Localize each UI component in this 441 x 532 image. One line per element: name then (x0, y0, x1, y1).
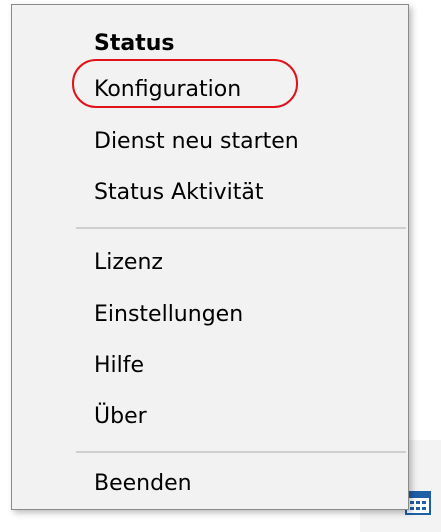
menu-item-label: Status (94, 30, 175, 56)
menu-item-status-aktivitaet[interactable]: Status Aktivität (13, 168, 407, 216)
menu-item-label: Einstellungen (94, 301, 244, 327)
menu-separator (76, 451, 406, 453)
menu-item-label: Über (94, 403, 147, 429)
menu-item-beenden[interactable]: Beenden (13, 459, 407, 507)
menu-item-label: Konfiguration (94, 76, 242, 102)
menu-item-hilfe[interactable]: Hilfe (13, 341, 407, 389)
menu-item-status[interactable]: Status (13, 19, 407, 67)
menu-item-label: Beenden (94, 470, 192, 496)
menu-item-label: Hilfe (94, 352, 145, 378)
menu-item-ueber[interactable]: Über (13, 392, 407, 440)
menu-item-label: Status Aktivität (94, 179, 264, 205)
menu-item-lizenz[interactable]: Lizenz (13, 238, 407, 286)
menu-item-einstellungen[interactable]: Einstellungen (13, 290, 407, 338)
menu-item-label: Lizenz (94, 249, 163, 275)
menu-item-label: Dienst neu starten (94, 128, 299, 154)
menu-separator (76, 227, 406, 229)
tray-context-menu: Status Konfiguration Dienst neu starten … (11, 4, 409, 510)
menu-item-konfiguration[interactable]: Konfiguration (13, 65, 407, 113)
menu-item-dienst-neu-starten[interactable]: Dienst neu starten (13, 117, 407, 165)
